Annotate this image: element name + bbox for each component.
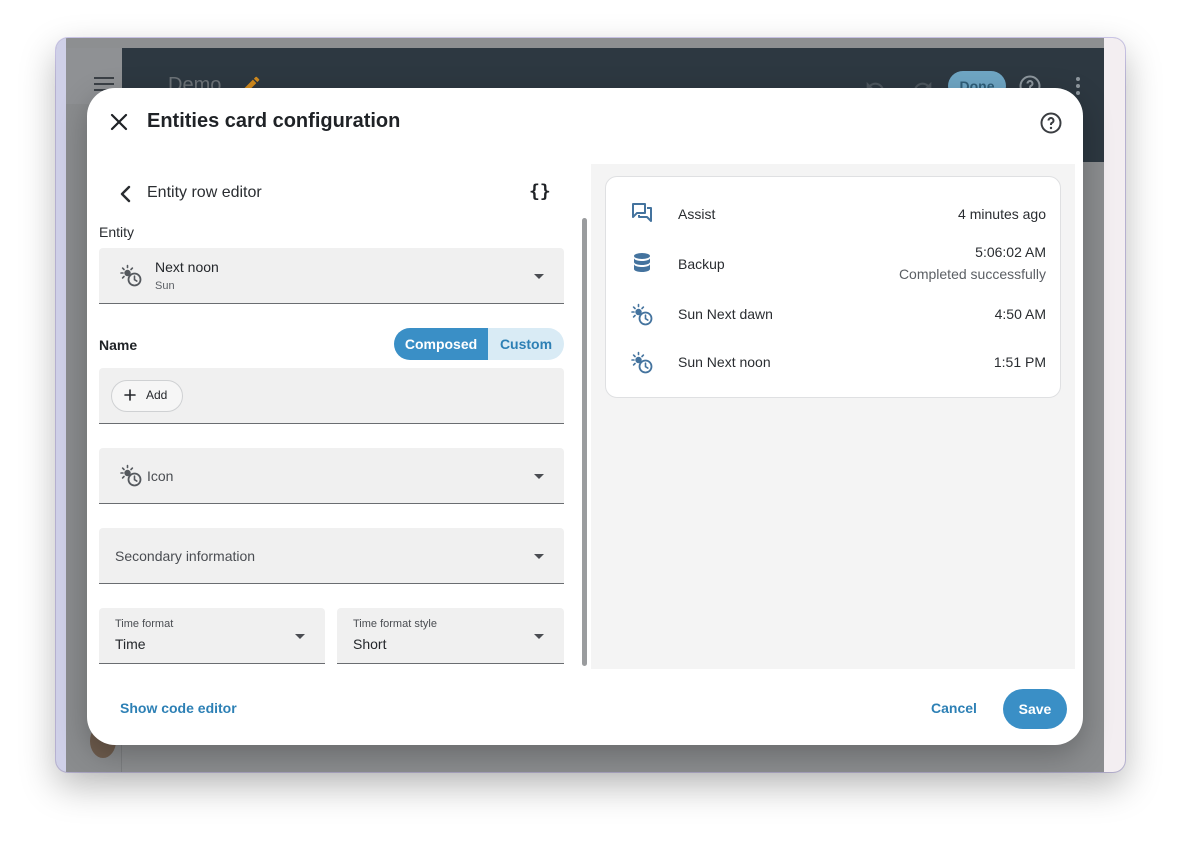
row-name: Sun Next dawn xyxy=(678,306,773,322)
icon-placeholder: Icon xyxy=(147,468,174,484)
card-preview: Assist 4 minutes ago Backup 5:06:02 AM C… xyxy=(591,164,1075,669)
composed-toggle-button[interactable]: Composed xyxy=(394,328,488,360)
dropdown-arrow-icon xyxy=(534,554,544,559)
dropdown-arrow-icon xyxy=(534,634,544,639)
name-composer-field: Add xyxy=(99,368,564,424)
cancel-button[interactable]: Cancel xyxy=(931,700,977,716)
name-mode-toggle: Composed Custom xyxy=(394,328,564,360)
time-format-label: Time format xyxy=(115,618,174,630)
sun-clock-icon xyxy=(631,303,653,326)
sun-clock-icon xyxy=(120,464,142,487)
code-braces-icon[interactable]: {} xyxy=(529,181,551,202)
help-icon[interactable] xyxy=(1039,111,1063,135)
database-icon xyxy=(634,253,650,272)
entity-label: Entity xyxy=(99,224,135,240)
custom-toggle-button[interactable]: Custom xyxy=(488,328,564,360)
dropdown-arrow-icon xyxy=(534,274,544,279)
add-label: Add xyxy=(146,388,168,402)
entity-row-backup[interactable]: Backup 5:06:02 AM Completed successfully xyxy=(606,239,1062,291)
time-format-select[interactable]: Time format Time xyxy=(99,608,325,664)
dropdown-arrow-icon xyxy=(534,474,544,479)
window-frame-left xyxy=(56,38,66,772)
entities-card: Assist 4 minutes ago Backup 5:06:02 AM C… xyxy=(605,176,1061,398)
sun-clock-icon xyxy=(631,351,653,374)
plus-icon xyxy=(124,389,136,401)
row-value: 4 minutes ago xyxy=(958,206,1046,222)
dropdown-arrow-icon xyxy=(295,634,305,639)
show-code-editor-button[interactable]: Show code editor xyxy=(120,700,237,716)
icon-picker[interactable]: Icon xyxy=(99,448,564,504)
sun-clock-icon xyxy=(120,264,142,287)
entity-row-next-noon[interactable]: Sun Next noon 1:51 PM xyxy=(606,337,1062,385)
time-format-style-label: Time format style xyxy=(353,618,437,630)
row-value: 4:50 AM xyxy=(994,306,1046,322)
entity-name: Next noon xyxy=(155,259,219,275)
entity-domain: Sun xyxy=(155,280,175,292)
add-name-part-button[interactable]: Add xyxy=(111,380,183,412)
name-label: Name xyxy=(99,337,138,353)
row-secondary: Completed successfully xyxy=(898,266,1046,282)
close-icon[interactable] xyxy=(109,112,129,132)
secondary-info-select[interactable]: Secondary information xyxy=(99,528,564,584)
editor-scrollbar[interactable] xyxy=(582,218,587,666)
entity-row-assist[interactable]: Assist 4 minutes ago xyxy=(606,189,1062,237)
card-config-dialog: Entities card configuration Entity row e… xyxy=(87,88,1083,745)
time-format-style-value: Short xyxy=(353,636,387,652)
entity-row-next-dawn[interactable]: Sun Next dawn 4:50 AM xyxy=(606,289,1062,337)
row-editor-title: Entity row editor xyxy=(147,184,262,201)
dialog-title: Entities card configuration xyxy=(147,110,401,132)
entity-picker[interactable]: Next noon Sun xyxy=(99,248,564,304)
entity-row-editor: Entity row editor {} Entity Next noon Su… xyxy=(99,164,564,672)
window-frame-right xyxy=(1104,38,1125,772)
secondary-info-placeholder: Secondary information xyxy=(115,548,256,564)
chevron-left-icon[interactable] xyxy=(119,184,133,204)
more-vertical-icon[interactable] xyxy=(1074,76,1082,96)
row-name: Sun Next noon xyxy=(678,354,771,370)
time-format-value: Time xyxy=(115,636,146,652)
row-value: 1:51 PM xyxy=(993,354,1046,370)
time-format-style-select[interactable]: Time format style Short xyxy=(337,608,564,664)
row-value: 5:06:02 AM xyxy=(975,244,1046,260)
row-name: Assist xyxy=(678,206,716,222)
save-button[interactable]: Save xyxy=(1003,689,1067,729)
row-name: Backup xyxy=(678,256,725,272)
chat-bubbles-icon xyxy=(632,203,652,222)
